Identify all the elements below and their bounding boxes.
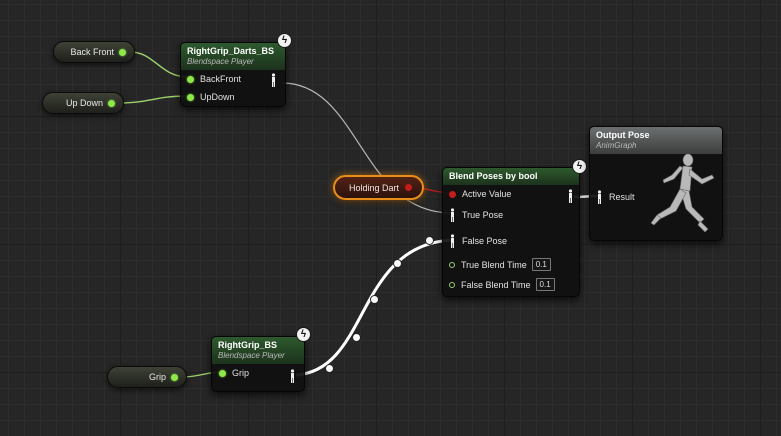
- float-output-pin[interactable]: [108, 99, 115, 107]
- node-title: Output Pose: [596, 130, 650, 140]
- node-header: Output Pose AnimGraph: [590, 127, 722, 154]
- node-subtitle: AnimGraph: [596, 141, 637, 150]
- pin-label: Grip: [232, 368, 250, 378]
- pin-label: Active Value: [462, 189, 512, 199]
- pose-figure-icon[interactable]: [449, 208, 456, 222]
- input-row-grip: Grip: [219, 368, 249, 378]
- pose-figure-icon[interactable]: [449, 234, 456, 248]
- wire-knot[interactable]: [370, 295, 379, 304]
- input-row-active-value: Active Value: [449, 189, 511, 199]
- pin-label: False Pose: [462, 236, 508, 246]
- float-input-pin[interactable]: [219, 369, 226, 377]
- wire-grip-to-falsepose[interactable]: [295, 238, 453, 377]
- float-output-pin[interactable]: [119, 48, 126, 56]
- float-output-pin[interactable]: [171, 373, 178, 381]
- float-input-pin[interactable]: [449, 261, 455, 268]
- wire-updown[interactable]: [117, 95, 189, 104]
- input-row-backfront: BackFront: [187, 74, 241, 84]
- float-input-pin[interactable]: [187, 93, 194, 101]
- pin-label: BackFront: [200, 74, 242, 84]
- pose-figure-icon[interactable]: [270, 73, 277, 87]
- node-title: Blend Poses by bool: [449, 171, 538, 181]
- input-row-result: Result: [596, 190, 635, 204]
- node-title: RightGrip_BS: [218, 340, 278, 350]
- pose-figure-icon[interactable]: [289, 369, 296, 383]
- node-header: RightGrip_BS Blendspace Player: [212, 337, 304, 364]
- wire-knot[interactable]: [352, 333, 361, 342]
- variable-grip[interactable]: Grip: [107, 366, 187, 388]
- pose-figure-icon[interactable]: [596, 190, 603, 204]
- pose-figure-icon[interactable]: [567, 189, 574, 203]
- mannequin-icon: [650, 153, 715, 233]
- input-row-false-pose: False Pose: [449, 234, 507, 248]
- variable-label: Up Down: [65, 98, 103, 108]
- variable-up-down[interactable]: Up Down: [42, 92, 124, 114]
- input-row-false-blend-time: False Blend Time 0.1: [449, 278, 555, 291]
- float-input-pin[interactable]: [187, 75, 194, 83]
- float-input-pin[interactable]: [449, 281, 455, 288]
- variable-label: Grip: [148, 372, 166, 382]
- lightning-bolt-icon: ϟ: [277, 33, 292, 48]
- bool-input-pin[interactable]: [449, 190, 456, 198]
- node-title: RightGrip_Darts_BS: [187, 46, 275, 56]
- pin-label: False Blend Time: [461, 279, 531, 290]
- blend-poses-by-bool-node[interactable]: Blend Poses by bool Active Value True Po…: [442, 167, 580, 297]
- blendspace-node-darts[interactable]: RightGrip_Darts_BS Blendspace Player Bac…: [180, 42, 286, 107]
- wire-knot[interactable]: [325, 364, 334, 373]
- node-header: Blend Poses by bool: [443, 168, 579, 185]
- pin-label: True Blend Time: [461, 259, 527, 270]
- false-blend-time-field[interactable]: 0.1: [535, 278, 555, 291]
- input-row-true-blend-time: True Blend Time 0.1: [449, 258, 551, 271]
- variable-holding-dart[interactable]: Holding Dart: [333, 175, 424, 200]
- lightning-bolt-icon: ϟ: [296, 327, 311, 342]
- blendspace-node-grip[interactable]: RightGrip_BS Blendspace Player Grip: [211, 336, 305, 392]
- node-subtitle: Blendspace Player: [218, 351, 285, 360]
- variable-label: Back Front: [70, 47, 114, 57]
- lightning-bolt-icon: ϟ: [572, 159, 587, 174]
- pin-label: UpDown: [200, 92, 235, 102]
- bool-output-pin[interactable]: [405, 184, 412, 191]
- true-blend-time-field[interactable]: 0.1: [531, 258, 551, 271]
- input-row-true-pose: True Pose: [449, 208, 503, 222]
- input-row-updown: UpDown: [187, 92, 235, 102]
- node-header: RightGrip_Darts_BS Blendspace Player: [181, 43, 285, 70]
- wire-knot[interactable]: [393, 259, 402, 268]
- output-pose-node[interactable]: Output Pose AnimGraph Result: [589, 126, 723, 241]
- pin-label: Result: [609, 192, 635, 202]
- pin-label: True Pose: [462, 210, 504, 220]
- wire-knot[interactable]: [425, 236, 434, 245]
- variable-label: Holding Dart: [348, 182, 399, 193]
- variable-back-front[interactable]: Back Front: [53, 41, 135, 63]
- node-subtitle: Blendspace Player: [187, 57, 254, 66]
